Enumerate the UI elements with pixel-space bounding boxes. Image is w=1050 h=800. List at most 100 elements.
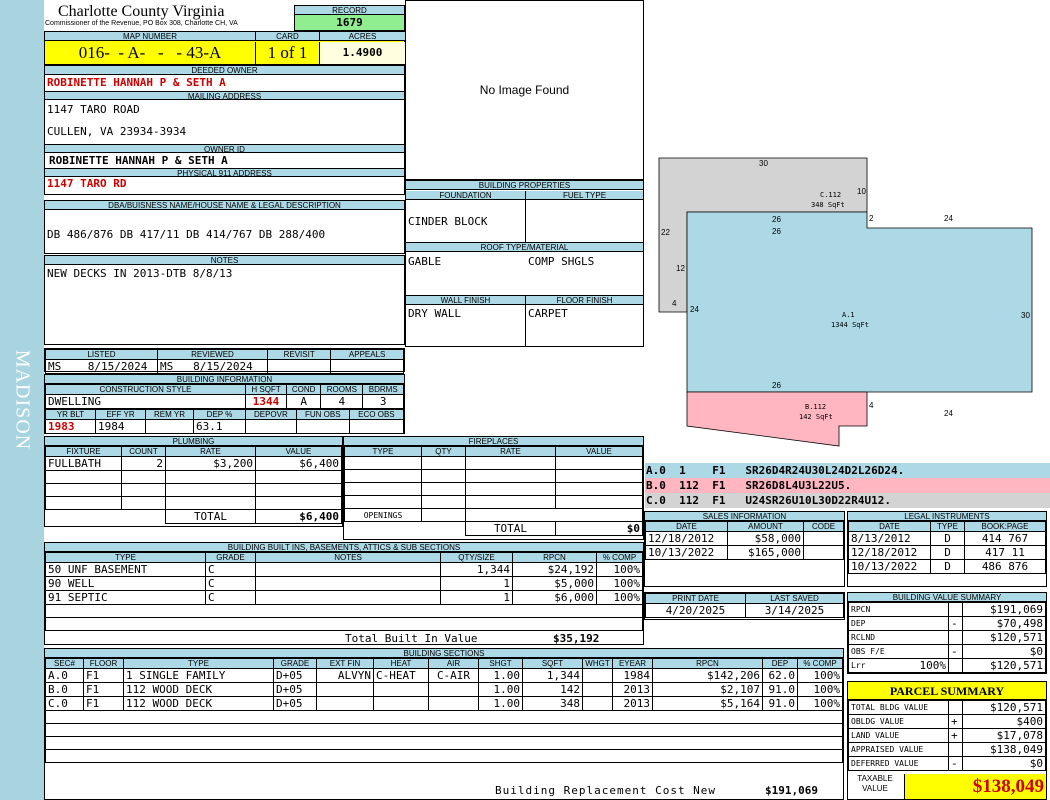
sections-header: SQFT	[522, 658, 583, 669]
last-saved: 3/14/2025	[745, 603, 844, 618]
card-label: CARD	[255, 32, 319, 41]
sales-cell	[803, 531, 844, 546]
cond-label: COND	[286, 384, 322, 395]
sections-cell: A.0	[45, 668, 84, 683]
last-saved-label: LAST SAVED	[745, 593, 844, 604]
legal-cell: D	[930, 559, 965, 574]
bvs-value: $191,069	[962, 602, 1046, 617]
builtins-cell: 90 WELL	[45, 576, 206, 591]
table-row: 8/13/2012 D 414 767	[848, 531, 1046, 546]
table-row: APPRAISED VALUE $138,049	[848, 742, 1046, 757]
sections-cell: 100%	[797, 668, 843, 683]
fireplace-header: RATE	[465, 446, 556, 457]
builtins-header: QTY/SIZE	[440, 552, 513, 563]
sections-cell: 91.0	[762, 696, 798, 711]
plumbing-table: FIXTURE COUNT RATE VALUE FULLBATH 2 $3,200 $6,…	[45, 446, 342, 524]
hsqft-value: 1344	[244, 394, 288, 409]
builtins-header: GRADE	[205, 552, 256, 563]
roof-material: COMP SHGLS	[528, 255, 595, 268]
parcel-value: $138,049	[962, 742, 1046, 757]
bvs-value: $0	[962, 644, 1046, 659]
builtins-cell: C	[205, 576, 256, 591]
plumbing-cell	[255, 483, 342, 497]
sketch-dim: 26	[772, 215, 781, 224]
listed-cell: MS 8/15/2024	[45, 359, 158, 374]
sections-cell: $142,206	[652, 668, 763, 683]
sections-cell: B.0	[45, 682, 84, 697]
bvs-label: Lrr	[848, 658, 909, 673]
sketch-dim: 2	[869, 214, 874, 223]
fireplaces-box: FIREPLACES TYPE QTY RATE VALUE OPENINGS TOT…	[343, 436, 644, 540]
acres-value: 1.4900	[319, 42, 405, 64]
builtins-header: NOTES	[255, 552, 441, 563]
table-row: RCLND $120,571	[848, 630, 1046, 645]
table-row	[344, 482, 643, 496]
reviewed-label: REVIEWED	[157, 349, 268, 360]
legal-header: DATE	[848, 521, 931, 532]
sections-cell: 62.0	[762, 668, 798, 683]
parcel-sign	[948, 742, 963, 757]
table-row	[45, 710, 843, 724]
sections-header: WHGT	[582, 658, 613, 669]
legal-cell: 486 876	[964, 559, 1046, 574]
plumbing-total: $6,400	[255, 509, 342, 524]
bdrms-value: 3	[362, 394, 404, 409]
table-row: OBS F/E - $0	[848, 644, 1046, 659]
sections-cell	[582, 682, 613, 697]
roof-label: ROOF TYPE/MATERIAL	[406, 243, 643, 252]
plumbing-cell	[165, 470, 256, 484]
physical-address: 1147 TARO RD	[47, 177, 127, 190]
rcn-label: Building Replacement Cost New	[495, 784, 717, 797]
effyr-label: EFF YR	[95, 409, 146, 420]
sections-cell: 112 WOOD DECK	[123, 682, 274, 697]
wall-finish-label: WALL FINISH	[406, 296, 525, 305]
fireplace-header: QTY	[421, 446, 466, 457]
acres-label: ACRES	[319, 32, 405, 41]
builtins-total-label: Total Built In Value	[345, 632, 478, 645]
sales-cell	[803, 545, 844, 560]
sections-cell: 1 SINGLE FAMILY	[123, 668, 274, 683]
table-row	[45, 723, 843, 737]
sales-cell: $165,000	[727, 545, 804, 560]
sales-cell: $58,000	[727, 531, 804, 546]
sales-table: DATE AMOUNT CODE 12/18/2012 $58,000 10/13/2…	[645, 521, 844, 560]
sketch-line-a: A.0 1 F1 SR26D4R24U30L24D2L26D24.	[645, 463, 1050, 478]
plumbing-cell: FULLBATH	[45, 456, 122, 471]
parcel-label: LAND VALUE	[848, 728, 949, 743]
builtins-cell	[255, 590, 441, 605]
builtins-cell: 1	[440, 590, 513, 605]
table-row	[344, 495, 643, 509]
table-row: Lrr 100% $120,571	[848, 658, 1046, 673]
sections-header: FLOOR	[83, 658, 124, 669]
table-row: 10/13/2022 $165,000	[645, 545, 844, 560]
card-value: 1 of 1	[255, 42, 319, 64]
sections-cell: 1.00	[478, 696, 523, 711]
remyr-value	[145, 419, 194, 434]
legal-cell: 417 11	[964, 545, 1046, 560]
sections-header: TYPE	[123, 658, 274, 669]
photo-box: No Image Found	[405, 0, 644, 180]
sections-header: SHGT	[478, 658, 523, 669]
sections-header: % COMP	[797, 658, 843, 669]
style-value: DWELLING	[45, 394, 246, 409]
plumbing-total-label: TOTAL	[165, 509, 256, 524]
sections-cell: $5,164	[652, 696, 763, 711]
reviewed-cell: MS 8/15/2024	[157, 359, 268, 374]
sketch-c-label: C.112	[820, 191, 842, 199]
map-box: MAP NUMBER CARD ACRES 016- - A- - - 43-A…	[44, 31, 405, 65]
legal-desc-box: DBA/BUISNESS NAME/HOUSE NAME & LEGAL DES…	[44, 200, 405, 254]
sketch-line-b: B.0 112 F1 SR26D8L4U3L22U5.	[645, 478, 1050, 493]
bvs-sign: -	[948, 644, 963, 659]
yrblt-label: YR BLT	[45, 409, 96, 420]
sketch-section-a	[686, 211, 1033, 393]
legal-cell: 414 767	[964, 531, 1046, 546]
sections-cell: C-HEAT	[373, 668, 429, 683]
dates-box: PRINT DATE LAST SAVED 4/20/2025 3/14/2025	[644, 592, 845, 620]
builtins-header: RPCN	[512, 552, 597, 563]
sections-header: AIR	[428, 658, 479, 669]
table-row: 50 UNF BASEMENT C 1,344 $24,192 100%	[45, 562, 643, 577]
sections-header: GRADE	[273, 658, 317, 669]
fireplace-header: VALUE	[555, 446, 643, 457]
plumbing-header: FIXTURE	[45, 446, 122, 457]
sketch-dim: 30	[759, 159, 768, 168]
